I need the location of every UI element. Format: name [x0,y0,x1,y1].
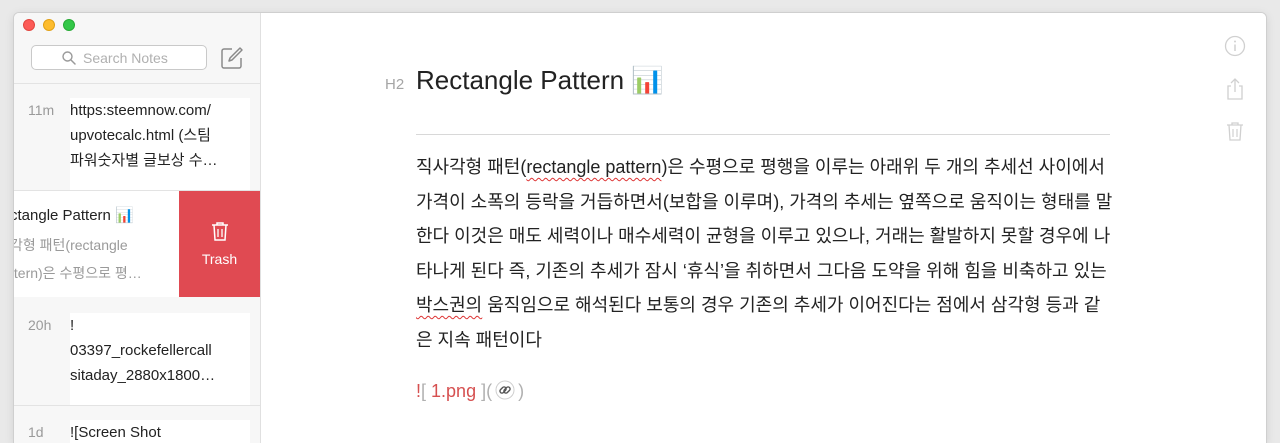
text-run: 움직임으로 해석된다 보통의 경우 기존의 추세가 이어진다는 점에서 삼각형 … [416,295,1101,350]
heading-marker: H2 [385,76,405,93]
note-title: ctangle Pattern 📊 [14,207,134,224]
note-list-item-swiped[interactable]: ctangle Pattern 📊 각형 패턴(rectangle ttern)… [14,191,260,297]
note-title[interactable]: Rectangle Pattern 📊 [416,65,664,96]
compose-icon [221,47,243,69]
sidebar: Search Notes 11m https:steemnow.com/ upv… [14,13,261,443]
text-run: 직사각형 패턴( [416,157,527,177]
zoom-window-button[interactable] [63,19,75,31]
note-line: 파워숫자별 글보상 수… [70,152,218,169]
note-list-item[interactable]: 20h ! 03397_rockefellercall sitaday_2880… [14,299,260,406]
note-paragraph[interactable]: 직사각형 패턴(rectangle pattern)은 수평으로 평행을 이루는… [416,150,1116,357]
minimize-window-button[interactable] [43,19,55,31]
trash-icon [211,222,228,241]
paren-open: ( [486,381,493,401]
search-placeholder: Search Notes [83,49,168,66]
note-age: 11m [28,102,55,118]
note-preview: ! 03397_rockefellercall sitaday_2880x180… [70,313,250,405]
compose-button[interactable] [220,46,244,75]
image-markdown[interactable]: ![ 1.png ]( ) [416,380,524,405]
note-line: ![Screen Shot [70,424,161,441]
note-line: 각형 패턴(rectangle [14,237,128,253]
share-icon[interactable] [1225,77,1245,101]
note-preview: ctangle Pattern 📊 각형 패턴(rectangle ttern)… [14,203,180,285]
note-age: 1d [28,424,44,440]
info-icon[interactable] [1224,35,1246,57]
note-line: sitaday_2880x1800… [70,367,216,384]
horizontal-rule [416,134,1110,135]
note-line: 03397_rockefellercall [70,342,212,359]
editor[interactable]: H2 Rectangle Pattern 📊 직사각형 패턴(rectangle… [261,13,1266,443]
misspelled-text: rectangle pattern [526,157,662,177]
paren-close: ) [518,381,525,401]
note-list-item[interactable]: 11m https:steemnow.com/ upvotecalc.html … [14,84,260,191]
link-icon [495,380,515,400]
note-line: ! [70,317,75,334]
note-line: https:steemnow.com/ [70,102,211,119]
note-line: upvotecalc.html (스팀 [70,127,211,144]
note-preview: ![Screen Shot [70,420,250,443]
trash-icon[interactable] [1226,121,1244,141]
image-alt: 1.png [426,381,482,401]
editor-toolbar [1224,35,1246,141]
link-button[interactable] [495,380,515,405]
trash-button[interactable]: Trash [179,191,260,297]
search-icon [62,50,76,65]
app-window: Search Notes 11m https:steemnow.com/ upv… [14,13,1266,443]
trash-label: Trash [201,251,238,267]
misspelled-text: 박스권의 [416,295,483,315]
window-controls [23,19,75,31]
note-list-item[interactable]: 1d ![Screen Shot [14,406,260,443]
note-age: 20h [28,317,52,333]
note-preview: https:steemnow.com/ upvotecalc.html (스팀 … [70,98,250,190]
search-input[interactable]: Search Notes [31,45,207,70]
note-line: ttern)은 수평으로 평… [14,265,142,281]
close-window-button[interactable] [23,19,35,31]
